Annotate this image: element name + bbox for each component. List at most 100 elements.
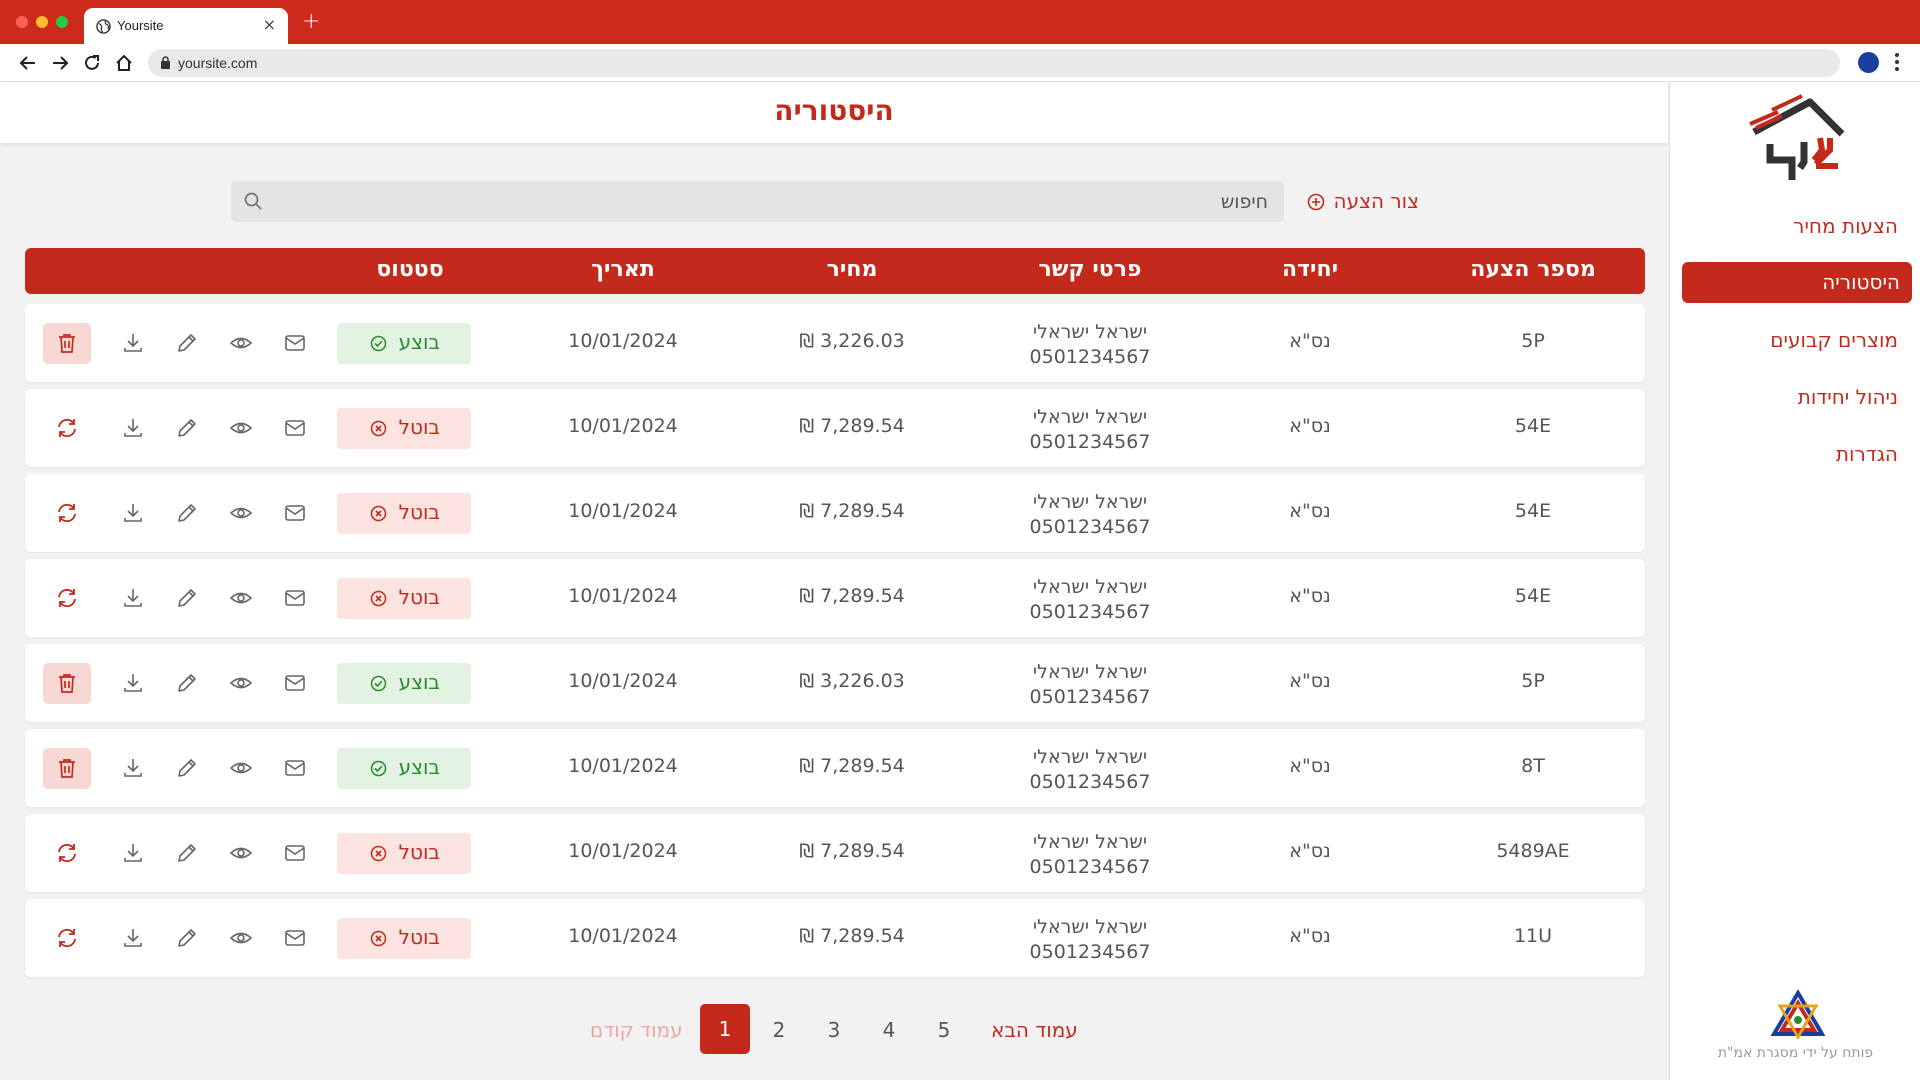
eye-icon[interactable] [229,586,253,610]
delete-button[interactable] [43,323,91,364]
unit-cell: נס"א [1289,585,1331,607]
date-cell: 10/01/2024 [568,585,678,607]
reload-icon[interactable] [82,53,102,73]
create-offer-button[interactable]: צור הצעה [1307,189,1419,215]
contact-phone: 0501234567 [1029,941,1151,963]
mail-icon[interactable] [283,756,307,780]
eye-icon[interactable] [229,671,253,695]
sidebar-item-settings[interactable]: הגדרות [1836,442,1898,466]
offer-number: 5P [1521,670,1545,692]
download-icon[interactable] [121,331,145,355]
pencil-icon[interactable] [175,756,199,780]
mail-icon[interactable] [283,416,307,440]
column-header: מספר הצעה [1470,257,1596,282]
search-input[interactable] [284,181,1284,222]
mail-icon[interactable] [283,331,307,355]
download-icon[interactable] [121,926,145,950]
date-cell: 10/01/2024 [568,330,678,352]
page-title: היסטוריה [774,94,894,127]
pencil-icon[interactable] [175,501,199,525]
refresh-icon[interactable] [55,841,79,865]
delete-button[interactable] [43,663,91,704]
address-bar[interactable]: yoursite.com [148,49,1840,77]
mail-icon[interactable] [283,926,307,950]
eye-icon[interactable] [229,841,253,865]
column-header: תאריך [591,257,655,282]
pencil-icon[interactable] [175,671,199,695]
eye-icon[interactable] [229,756,253,780]
download-icon[interactable] [121,841,145,865]
profile-avatar[interactable] [1858,52,1879,73]
tab-close-icon[interactable]: × [263,15,276,34]
browser-menu-icon[interactable] [1895,53,1899,74]
home-icon[interactable] [114,53,134,73]
pagination-page[interactable]: 2 [764,1018,794,1042]
search-box[interactable] [231,181,1284,222]
window-close-button[interactable] [16,16,28,28]
sidebar-item-price-offers[interactable]: הצעות מחיר [1793,214,1898,238]
x-circle-icon [370,930,387,947]
table-row: 8T נס"א ישראל ישראלי 0501234567 ₪ 7,289.… [25,729,1645,807]
table-row: 5489AE נס"א ישראל ישראלי 0501234567 ₪ 7,… [25,814,1645,892]
offer-number: 11U [1513,925,1553,947]
contact-phone: 0501234567 [1029,431,1151,453]
refresh-icon[interactable] [55,926,79,950]
status-label: בוצע [398,670,440,694]
eye-icon[interactable] [229,926,253,950]
back-arrow-icon[interactable] [18,53,38,73]
browser-tab[interactable]: Yoursite × [84,8,288,44]
pagination-page-current[interactable]: 1 [700,1004,750,1054]
window-minimize-button[interactable] [36,16,48,28]
sidebar-item-units-management[interactable]: ניהול יחידות [1798,385,1898,409]
contact-phone: 0501234567 [1029,856,1151,878]
mail-icon[interactable] [283,671,307,695]
status-label: בוטל [398,925,440,949]
mail-icon[interactable] [283,586,307,610]
forward-arrow-icon[interactable] [50,53,70,73]
pencil-icon[interactable] [175,841,199,865]
pencil-icon[interactable] [175,331,199,355]
pencil-icon[interactable] [175,416,199,440]
eye-icon[interactable] [229,416,253,440]
mail-icon[interactable] [283,501,307,525]
table-header: מספר הצעה יחידה פרטי קשר מחיר תאריך סטטו… [25,248,1645,294]
sidebar-item-label: היסטוריה [1822,270,1900,294]
download-icon[interactable] [121,586,145,610]
status-badge: בוצע [337,663,471,704]
eye-icon[interactable] [229,331,253,355]
delete-button[interactable] [43,748,91,789]
contact-name: ישראל ישראלי [1032,746,1148,768]
refresh-icon[interactable] [55,586,79,610]
pagination-next[interactable]: עמוד הבא [991,1018,1078,1042]
unit-cell: נס"א [1289,755,1331,777]
new-tab-button[interactable]: + [302,9,320,34]
sidebar-item-fixed-products[interactable]: מוצרים קבועים [1770,328,1898,352]
pagination-prev[interactable]: עמוד קודם [590,1018,683,1042]
window-maximize-button[interactable] [56,16,68,28]
pagination-page[interactable]: 5 [929,1018,959,1042]
download-icon[interactable] [121,671,145,695]
date-cell: 10/01/2024 [568,415,678,437]
pencil-icon[interactable] [175,926,199,950]
download-icon[interactable] [121,416,145,440]
contact-name: ישראל ישראלי [1032,406,1148,428]
pencil-icon[interactable] [175,586,199,610]
eye-icon[interactable] [229,501,253,525]
sidebar-item-history[interactable]: היסטוריה [1682,262,1912,303]
pagination-page[interactable]: 3 [819,1018,849,1042]
unit-cell: נס"א [1289,330,1331,352]
check-circle-icon [370,335,387,352]
price-cell: ₪ 7,289.54 [799,585,905,607]
pagination-page[interactable]: 4 [874,1018,904,1042]
status-badge: בוטל [337,578,471,619]
status-badge: בוצע [337,748,471,789]
refresh-icon[interactable] [55,416,79,440]
mail-icon[interactable] [283,841,307,865]
column-header: פרטי קשר [1038,257,1142,282]
download-icon[interactable] [121,501,145,525]
contact-name: ישראל ישראלי [1032,661,1148,683]
download-icon[interactable] [121,756,145,780]
unit-cell: נס"א [1289,415,1331,437]
refresh-icon[interactable] [55,501,79,525]
tab-title: Yoursite [117,18,164,33]
